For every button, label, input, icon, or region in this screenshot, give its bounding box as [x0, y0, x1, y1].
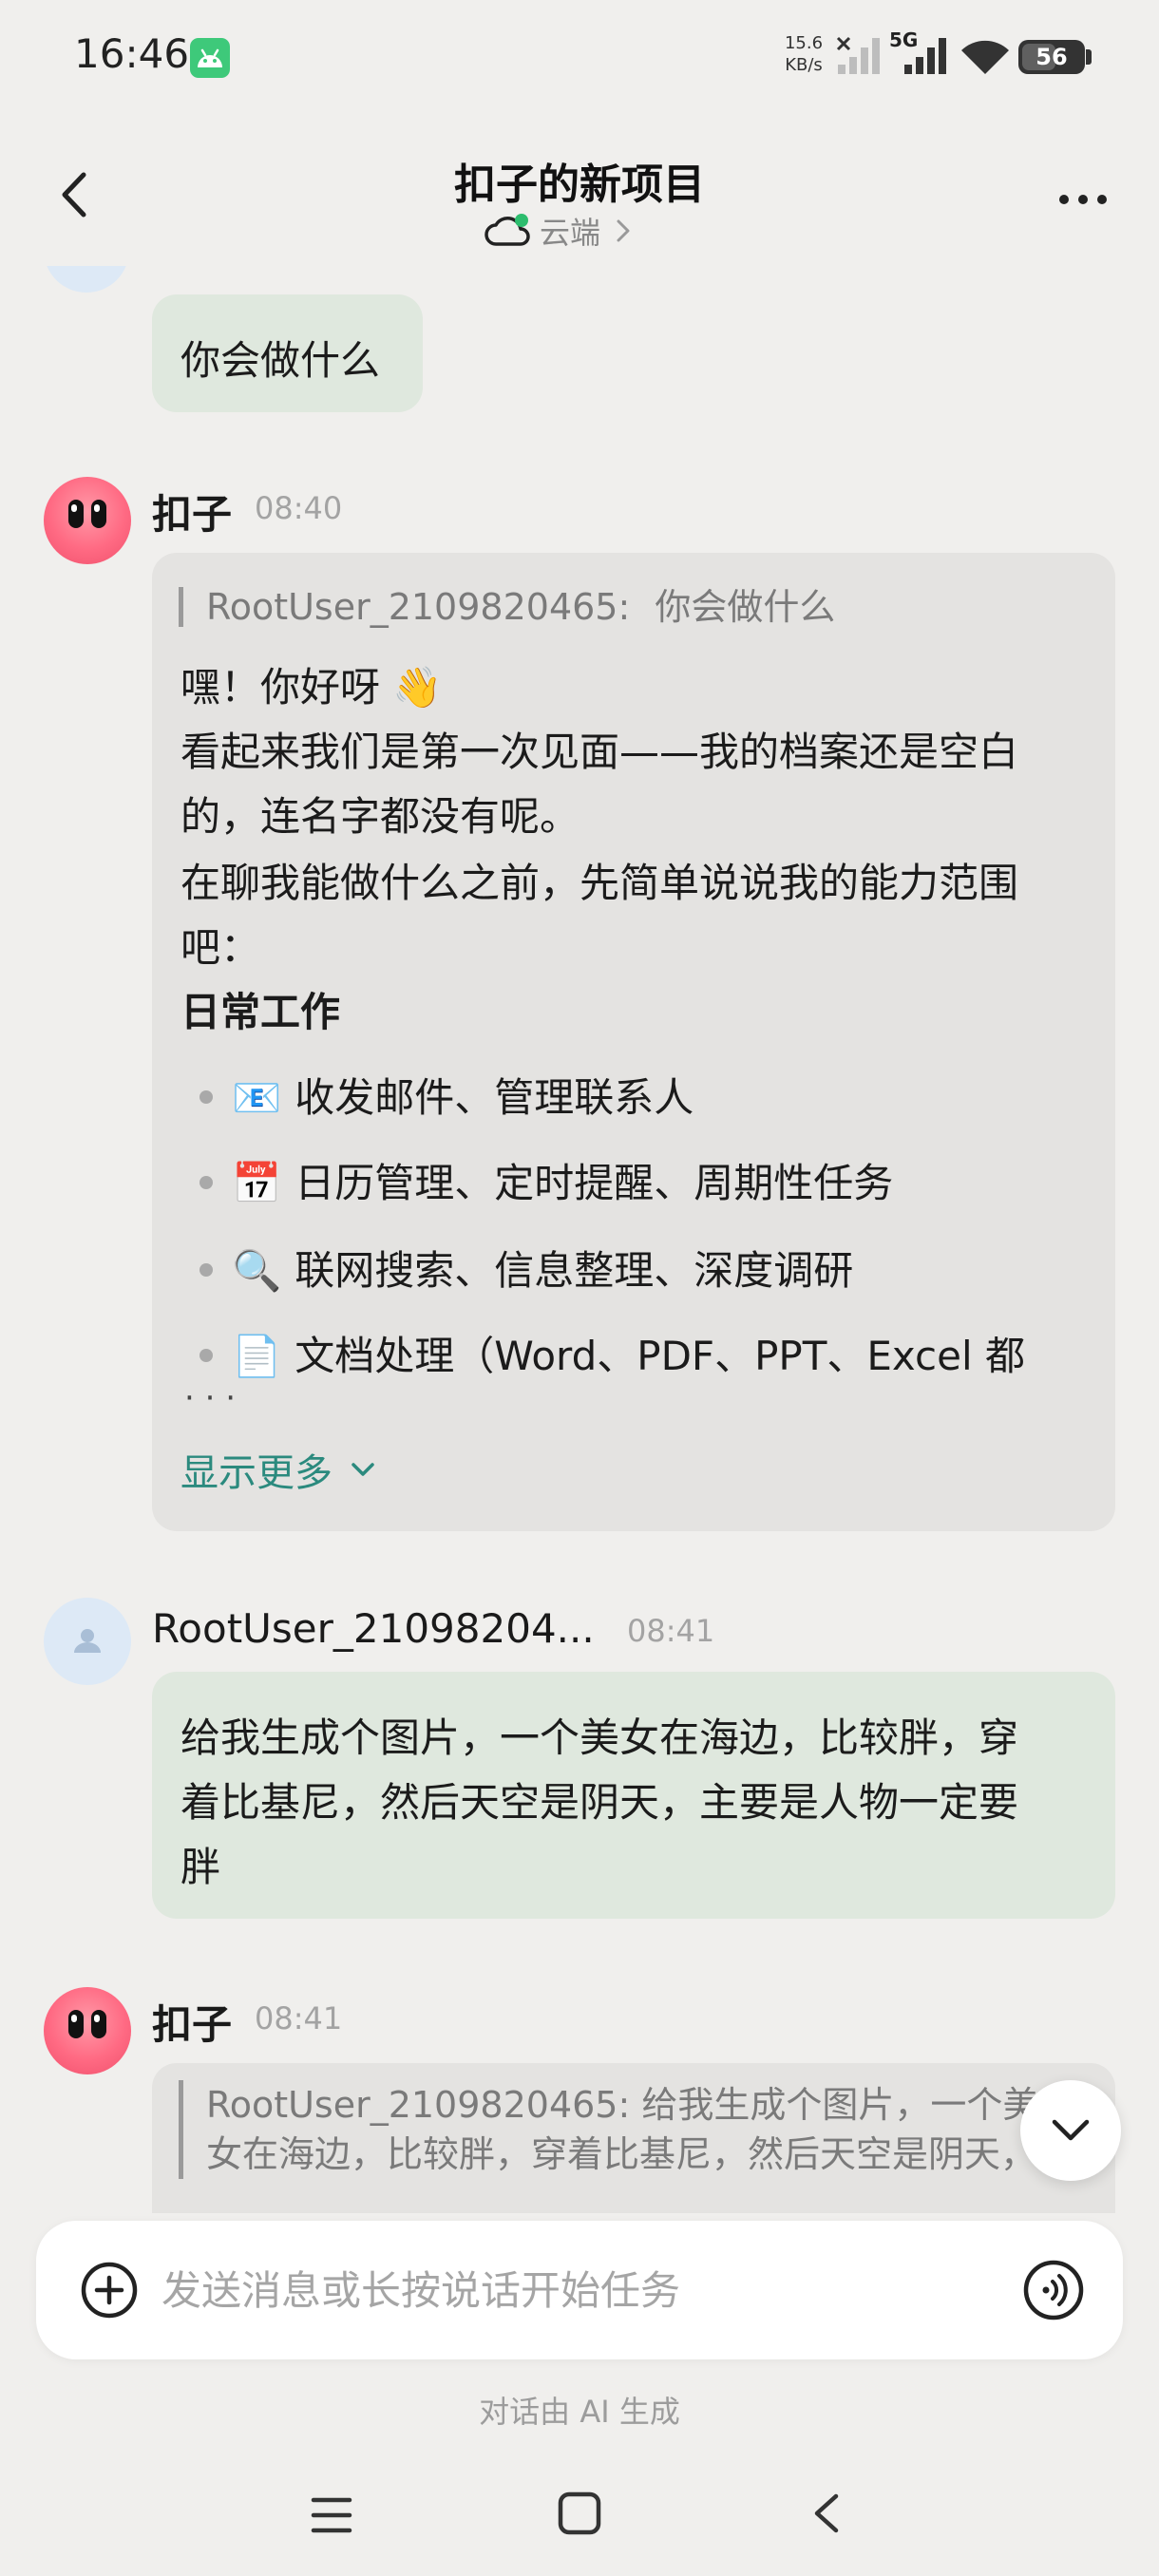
message-time: 08:41	[255, 2000, 343, 2036]
bot-message-bubble[interactable]: RootUser_2109820465: 你会做什么 嘿！你好呀 👋 看起来我们…	[152, 553, 1115, 1531]
message-line: 吧：	[180, 924, 261, 971]
chevron-right-icon	[617, 219, 630, 242]
chevron-down-icon	[352, 1463, 374, 1476]
calendar-icon: 📅	[232, 1160, 282, 1206]
show-more-label: 显示更多	[180, 1451, 332, 1495]
online-dot	[515, 214, 528, 227]
sender-name: 扣子	[152, 491, 233, 538]
message-line: 在聊我能做什么之前，先简单说说我的能力范围	[180, 860, 1019, 906]
status-time: 16:46	[74, 30, 190, 77]
message-line: 嘿！你好呀 👋	[180, 664, 443, 710]
message-line: 着比基尼，然后天空是阴天，主要是人物一定要	[180, 1779, 1019, 1826]
android-notification-icon	[190, 38, 230, 78]
message-line: 的，连名字都没有呢。	[180, 793, 580, 840]
message-line: 给我生成个图片，一个美女在海边，比较胖，穿	[180, 1714, 1019, 1761]
bot-message-bubble[interactable]: RootUser_2109820465: 给我生成个图片，一个美 女在海边，比较…	[152, 2063, 1115, 2213]
scroll-to-bottom-button[interactable]	[1020, 2080, 1121, 2181]
message-line: 看起来我们是第一次见面——我的档案还是空白	[180, 729, 1019, 775]
voice-wave-icon	[1023, 2260, 1084, 2320]
chat-messages[interactable]: 你会做什么 扣子 08:40 RootUser_2109820465: 你会做什…	[0, 266, 1159, 2213]
environment-label: 云端	[540, 215, 601, 251]
message-composer	[36, 2221, 1123, 2359]
net-speed: 15.6 KB/s	[784, 33, 824, 75]
sender-name: RootUser_21098204...	[152, 1605, 595, 1652]
system-back-button[interactable]	[808, 2491, 846, 2536]
page-title: 扣子的新项目	[454, 161, 705, 209]
user-message-bubble[interactable]: 给我生成个图片，一个美女在海边，比较胖，穿 着比基尼，然后天空是阴天，主要是人物…	[152, 1672, 1115, 1919]
show-more-button[interactable]: 显示更多	[180, 1442, 376, 1497]
battery-indicator: 56	[1018, 40, 1085, 74]
ai-disclaimer: 对话由 AI 生成	[479, 2394, 680, 2430]
environment-selector[interactable]: 云端	[484, 207, 633, 255]
quoted-message: RootUser_2109820465: 你会做什么	[179, 587, 835, 627]
bot-avatar[interactable]	[44, 1987, 131, 2074]
quoted-message: RootUser_2109820465: 给我生成个图片，一个美 女在海边，比较…	[179, 2080, 1072, 2179]
cloud-icon	[484, 212, 530, 250]
document-icon: 📄	[232, 1333, 282, 1379]
sender-name: 扣子	[152, 2001, 233, 2048]
email-icon: 📧	[232, 1074, 282, 1121]
message-text: 你会做什么	[180, 337, 381, 384]
signal-sim1-icon	[836, 36, 880, 74]
message-time: 08:41	[627, 1613, 715, 1649]
wifi-icon	[961, 40, 1009, 74]
battery-cap	[1086, 49, 1092, 65]
search-icon: 🔍	[232, 1247, 282, 1294]
user-avatar[interactable]	[44, 1598, 131, 1685]
bot-avatar[interactable]	[44, 477, 131, 564]
voice-input-button[interactable]	[1022, 2259, 1085, 2321]
message-time: 08:40	[255, 490, 343, 526]
avatar	[44, 266, 129, 293]
plus-circle-icon	[81, 2262, 138, 2319]
signal-sim2-icon	[904, 38, 946, 74]
chat-header: 扣子的新项目 云端	[0, 123, 1159, 266]
recent-apps-button[interactable]	[310, 2494, 353, 2536]
more-dots-icon	[1059, 195, 1107, 204]
system-nav-bar	[0, 2470, 1159, 2576]
user-message-bubble[interactable]: 你会做什么	[152, 294, 423, 412]
status-bar: 16:46 15.6 KB/s 5G 56	[0, 0, 1159, 114]
section-heading: 日常工作	[180, 989, 341, 1035]
truncation-ellipsis: · · ·	[184, 1379, 237, 1417]
battery-level: 56	[1036, 44, 1068, 70]
message-line: 胖	[180, 1844, 221, 1890]
message-input[interactable]	[162, 2259, 978, 2321]
add-attachment-button[interactable]	[80, 2261, 139, 2320]
home-button[interactable]	[557, 2491, 602, 2536]
more-button[interactable]	[1054, 190, 1112, 209]
user-icon	[74, 1629, 101, 1653]
chevron-down-icon	[1052, 2119, 1090, 2141]
